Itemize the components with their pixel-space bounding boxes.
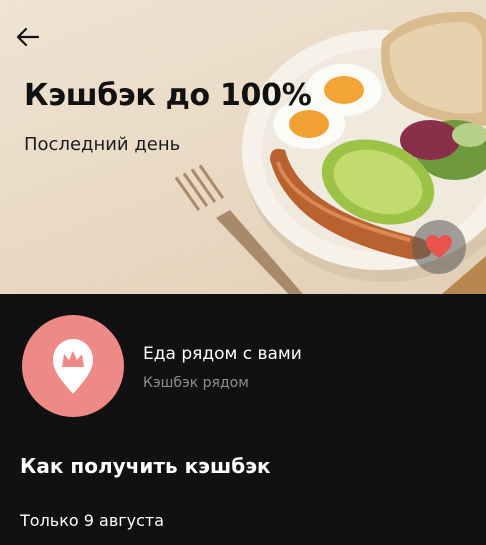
- merchant-logo[interactable]: [22, 315, 124, 417]
- offer-details: Еда рядом с вами Кэшбэк рядом Как получи…: [0, 294, 486, 545]
- page-subtitle: Последний день: [24, 134, 181, 155]
- arrow-left-icon: [16, 27, 40, 47]
- offer-date-text: Только 9 августа: [20, 511, 165, 530]
- page-title: Кэшбэк до 100%: [24, 78, 312, 113]
- merchant-subtitle: Кэшбэк рядом: [143, 375, 249, 391]
- favorite-button[interactable]: [412, 220, 466, 274]
- hero-banner: Кэшбэк до 100% Последний день: [0, 0, 486, 294]
- back-button[interactable]: [16, 20, 56, 54]
- heart-icon: [426, 235, 452, 258]
- merchant-name[interactable]: Еда рядом с вами: [143, 344, 302, 364]
- crown-pin-icon: [53, 339, 93, 394]
- how-to-get-cashback-heading: Как получить кэшбэк: [20, 454, 271, 478]
